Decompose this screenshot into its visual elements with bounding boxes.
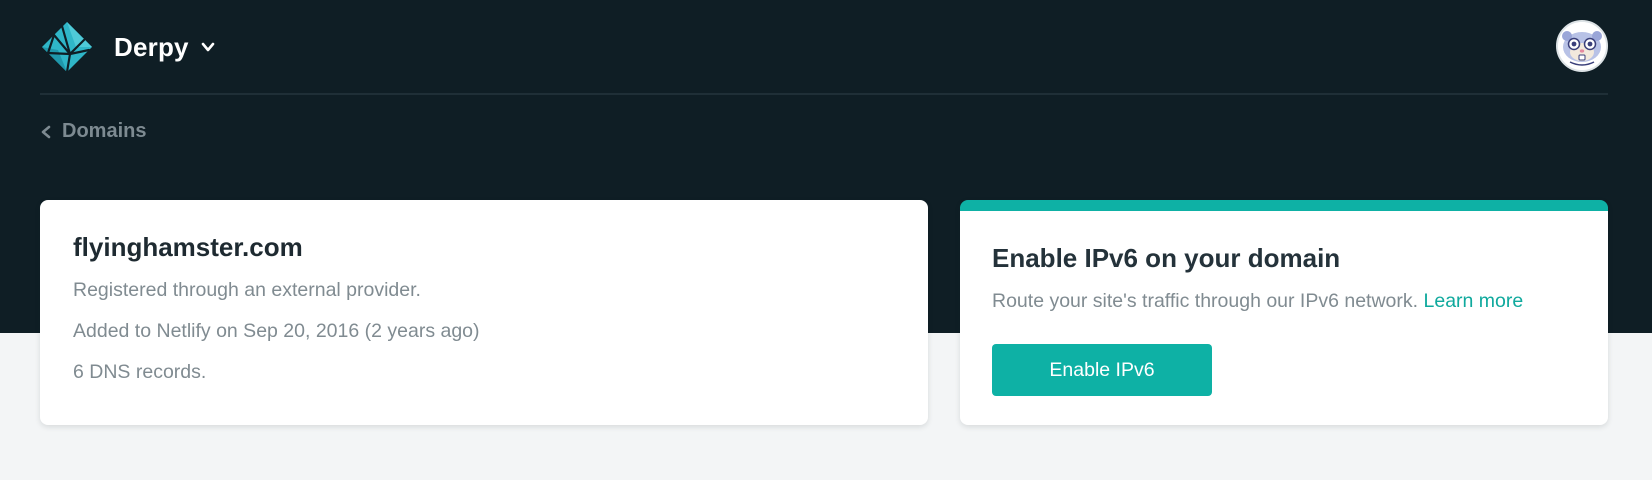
team-name: Derpy	[114, 31, 189, 62]
domain-added-date-text: Added to Netlify on Sep 20, 2016 (2 year…	[73, 320, 480, 342]
dns-records-count-text: 6 DNS records.	[73, 361, 207, 383]
ipv6-description: Route your site's traffic through our IP…	[992, 288, 1576, 314]
domain-info-card: flyinghamster.com Registered through an …	[40, 200, 928, 425]
domain-name: flyinghamster.com	[73, 232, 303, 262]
learn-more-link[interactable]: Learn more	[1424, 290, 1524, 312]
breadcrumb-back-domains[interactable]: Domains	[40, 120, 146, 143]
chevron-down-icon	[201, 42, 215, 52]
header-divider	[40, 93, 1608, 95]
user-avatar[interactable]	[1556, 20, 1608, 72]
netlify-logo-icon	[42, 22, 92, 74]
ipv6-card-title: Enable IPv6 on your domain	[992, 243, 1341, 273]
enable-ipv6-card: Enable IPv6 on your domain Route your si…	[960, 200, 1608, 425]
hamster-avatar-icon	[1558, 22, 1606, 70]
domain-registration-text: Registered through an external provider.	[73, 279, 421, 301]
ipv6-description-text: Route your site's traffic through our IP…	[992, 290, 1419, 312]
enable-ipv6-button[interactable]: Enable IPv6	[992, 344, 1212, 396]
breadcrumb-label: Domains	[62, 120, 147, 142]
chevron-left-icon	[41, 125, 51, 138]
team-switcher[interactable]: Derpy	[40, 20, 215, 74]
